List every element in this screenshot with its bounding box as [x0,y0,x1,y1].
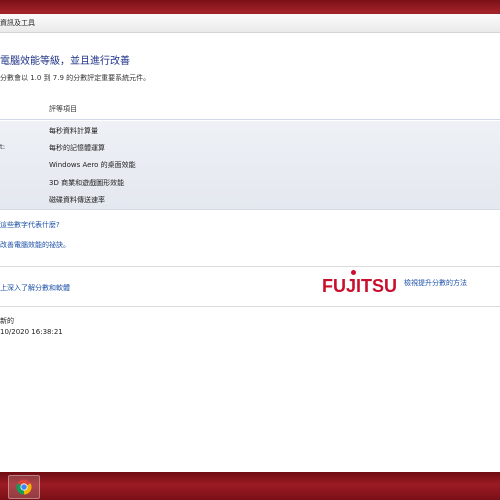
table-row-label: t: [0,143,6,151]
table-row-memory: 每秒的記憶體運算 [49,144,105,152]
improve-score-link[interactable]: 檢視提升分數的方法 [404,278,467,288]
column-header-rating-item: 評等項目 [49,105,77,113]
last-update-label: 新的 [0,317,14,325]
fujitsu-logo: FUJITSU [322,270,398,297]
page-subtitle: 分數會以 1.0 到 7.9 的分數評定重要系統元件。 [0,74,151,82]
breadcrumb: 資訊及工具 [0,14,500,33]
table-row-gaming-graphics: 3D 商業和遊戲圖形效能 [49,179,125,187]
last-update-value: 10/2020 16:38:21 [0,328,63,336]
table-row-graphics: Windows Aero 的桌面效能 [49,161,136,169]
header-rule [0,119,500,120]
breadcrumb-label[interactable]: 資訊及工具 [0,14,35,32]
what-numbers-mean-link[interactable]: 這些數字代表什麼? [0,220,60,230]
learn-more-link[interactable]: 上深入了解分數和軟體 [0,283,70,293]
window: 資訊及工具 電腦效能等級，並且進行改善 分數會以 1.0 到 7.9 的分數評定… [0,0,500,472]
taskbar-chrome-button[interactable] [8,475,40,499]
table-row-processor: 每秒資料計算量 [49,127,98,135]
improve-tips-link[interactable]: 改善電腦效能的祕訣。 [0,240,70,250]
page-title: 電腦效能等級，並且進行改善 [0,56,130,67]
fujitsu-logo-text: FUJITSU [322,276,398,296]
table-row-disk: 磁碟資料傳送速率 [49,196,105,204]
divider-bottom [0,306,500,307]
divider [0,266,500,267]
chrome-icon [16,479,32,495]
rating-table: t: 每秒資料計算量 每秒的記憶體運算 Windows Aero 的桌面效能 3… [0,121,500,210]
table-header: 評等項目 [0,104,500,120]
taskbar [0,472,500,500]
logo-dot [351,270,356,275]
